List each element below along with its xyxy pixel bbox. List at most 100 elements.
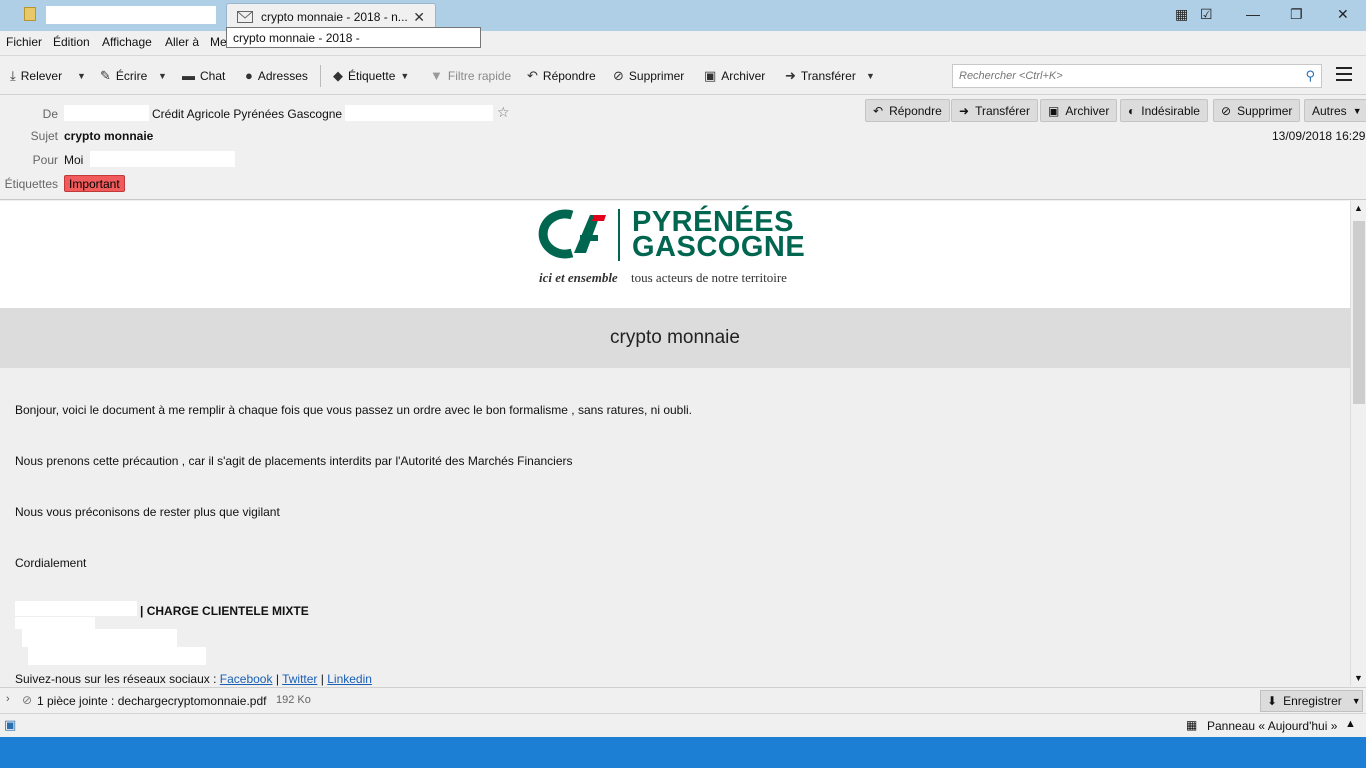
forward-arrow-icon: ➜: [959, 103, 970, 118]
chat-button[interactable]: ▬ Chat: [182, 68, 225, 83]
online-status-icon[interactable]: ▣: [4, 717, 16, 733]
reply-button[interactable]: ↶ Répondre: [527, 68, 596, 84]
folder-icon: [24, 7, 36, 21]
facebook-link[interactable]: Facebook: [220, 672, 273, 686]
person-icon: ●: [245, 68, 253, 83]
save-attachment-button[interactable]: ⬇ Enregistrer ▼: [1260, 690, 1363, 712]
get-mail-button[interactable]: ⤓ Relever: [10, 68, 62, 84]
paragraph-4: Cordialement: [15, 556, 87, 570]
tag-button[interactable]: ◆ Étiquette ▼: [333, 68, 409, 84]
menu-view[interactable]: Affichage: [102, 35, 152, 49]
tag-important-badge[interactable]: Important: [64, 175, 125, 192]
tasks-icon[interactable]: ☑: [1200, 6, 1213, 23]
tag-label: Étiquette: [348, 69, 396, 83]
tags-label: Étiquettes: [4, 177, 58, 191]
header-forward-button[interactable]: ➜ Transférer: [951, 99, 1038, 122]
twitter-link[interactable]: Twitter: [282, 672, 317, 686]
from-label: De: [42, 107, 58, 121]
calendar-icon: ▦: [1186, 718, 1198, 732]
message-body: PYRÉNÉES GASCOGNE ici et ensemble tous a…: [0, 201, 1350, 686]
redacted-text: [15, 601, 137, 616]
forward-arrow-icon: ➜: [785, 68, 796, 83]
today-pane-toggle[interactable]: Panneau « Aujourd'hui »: [1207, 719, 1337, 733]
scroll-thumb[interactable]: [1353, 221, 1365, 404]
search-input[interactable]: Rechercher <Ctrl+K> ⚲: [952, 64, 1322, 88]
tab-message[interactable]: crypto monnaie - 2018 - n... ✕: [226, 3, 436, 30]
menu-icon[interactable]: [1336, 67, 1352, 85]
menu-file[interactable]: Fichier: [6, 35, 42, 49]
social-links: Suivez-nous sur les réseaux sociaux : Fa…: [15, 672, 372, 686]
header-archive-button[interactable]: ▣ Archiver: [1040, 99, 1118, 122]
quick-filter-button[interactable]: ▼ Filtre rapide: [430, 68, 511, 83]
delete-label: Supprimer: [628, 69, 685, 83]
write-button[interactable]: ✎ Écrire: [100, 68, 147, 84]
redacted-text: [64, 105, 149, 121]
header-delete-button[interactable]: ⊘ Supprimer: [1213, 99, 1301, 122]
attachment-size: 192 Ko: [276, 694, 311, 706]
signature-title: | CHARGE CLIENTELE MIXTE: [140, 604, 309, 618]
download-icon: ⤓: [10, 68, 16, 83]
close-tab-icon[interactable]: ✕: [413, 9, 425, 26]
chevron-up-icon[interactable]: ▲: [1345, 718, 1356, 730]
subject-value: crypto monnaie: [64, 129, 154, 143]
to-value[interactable]: Moi: [64, 153, 83, 167]
linkedin-link[interactable]: Linkedin: [327, 672, 372, 686]
chevron-right-icon[interactable]: ›: [6, 693, 10, 705]
logo-banner: PYRÉNÉES GASCOGNE ici et ensemble tous a…: [0, 201, 1350, 308]
delete-icon: ⊘: [613, 68, 624, 83]
paragraph-1: Bonjour, voici le document à me remplir …: [15, 403, 693, 417]
os-taskbar: [0, 737, 1366, 768]
reply-icon: ↶: [527, 68, 538, 83]
logo-tagline-italic: ici et ensemble: [539, 270, 618, 285]
header-reply-button[interactable]: ↶ Répondre: [865, 99, 950, 122]
message-header: De Crédit Agricole Pyrénées Gascogne < ☆…: [0, 96, 1366, 200]
vertical-scrollbar[interactable]: ▲ ▼: [1350, 201, 1366, 686]
tab-folder[interactable]: [18, 4, 228, 29]
logo-tagline: tous acteurs de notre territoire: [631, 270, 787, 285]
chevron-down-icon[interactable]: ▼: [158, 71, 167, 81]
menu-message[interactable]: Me: [210, 35, 227, 49]
search-placeholder: Rechercher <Ctrl+K>: [959, 70, 1063, 82]
archive-icon: ▣: [704, 68, 717, 83]
archive-button[interactable]: ▣ Archiver: [704, 68, 765, 84]
from-value[interactable]: Crédit Agricole Pyrénées Gascogne <: [152, 107, 352, 121]
write-label: Écrire: [115, 69, 148, 83]
attachment-summary[interactable]: 1 pièce jointe : dechargecryptomonnaie.p…: [37, 694, 266, 708]
addresses-button[interactable]: ● Adresses: [245, 68, 308, 83]
delete-icon: ⊘: [1221, 103, 1232, 118]
redacted-text: [28, 647, 206, 665]
chevron-down-icon[interactable]: ▼: [77, 71, 86, 81]
star-icon[interactable]: ☆: [497, 104, 510, 121]
subject-label: Sujet: [30, 129, 58, 143]
tag-icon: ◆: [333, 68, 343, 83]
reply-label: Répondre: [542, 69, 596, 83]
restore-icon[interactable]: ❐: [1290, 6, 1303, 23]
save-label: Enregistrer: [1283, 694, 1342, 708]
delete-button[interactable]: ⊘ Supprimer: [613, 68, 684, 84]
close-window-icon[interactable]: ✕: [1337, 6, 1349, 23]
chat-label: Chat: [200, 68, 226, 83]
minimize-icon[interactable]: —: [1246, 6, 1260, 22]
header-other-label: Autres: [1312, 103, 1347, 118]
header-other-button[interactable]: Autres ▼: [1304, 99, 1366, 122]
social-prefix: Suivez-nous sur les réseaux sociaux :: [15, 672, 217, 686]
chevron-down-icon[interactable]: ▼: [866, 71, 875, 81]
menu-edit[interactable]: Édition: [53, 35, 90, 49]
attachment-bar: › ⊘ 1 pièce jointe : dechargecryptomonna…: [0, 687, 1366, 713]
main-toolbar: ⤓ Relever ▼ ✎ Écrire ▼ ▬ Chat ● Adresses ◆ Ét…: [0, 55, 1366, 95]
header-junk-button[interactable]: ◐ Indésirable: [1120, 99, 1208, 122]
scroll-down-icon[interactable]: ▼: [1354, 673, 1363, 683]
envelope-icon: [237, 11, 253, 23]
toolbar-divider: [320, 65, 321, 87]
paragraph-2: Nous prenons cette précaution , car il s…: [15, 454, 573, 468]
quick-filter-label: Filtre rapide: [447, 68, 512, 83]
title-bar: crypto monnaie - 2018 - n... ✕ ▦ ☑ — ❐ ✕: [0, 0, 1366, 31]
tab-tooltip: crypto monnaie - 2018 -: [226, 27, 481, 48]
calendar-icon[interactable]: ▦: [1175, 6, 1188, 23]
forward-button[interactable]: ➜ Transférer: [785, 68, 856, 84]
chat-icon: ▬: [182, 68, 195, 83]
search-icon[interactable]: ⚲: [1305, 68, 1315, 84]
menu-go[interactable]: Aller à: [165, 35, 199, 49]
scroll-up-icon[interactable]: ▲: [1354, 203, 1363, 213]
reply-icon: ↶: [873, 103, 884, 118]
